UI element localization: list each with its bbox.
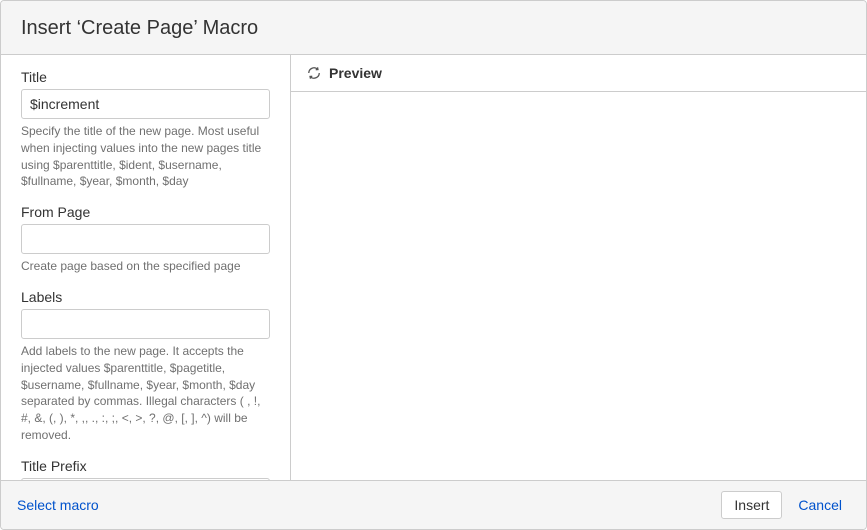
macro-dialog: Insert ‘Create Page’ Macro Title Specify… [0, 0, 867, 530]
select-macro-link[interactable]: Select macro [17, 497, 99, 513]
title-input[interactable] [21, 89, 270, 119]
from-page-label: From Page [21, 204, 270, 220]
preview-pane: Preview [291, 55, 866, 480]
labels-help: Add labels to the new page. It accepts t… [21, 343, 270, 444]
preview-content [291, 92, 866, 480]
title-label: Title [21, 69, 270, 85]
from-page-input[interactable] [21, 224, 270, 254]
title-prefix-label: Title Prefix [21, 458, 270, 474]
refresh-icon[interactable] [307, 66, 321, 80]
cancel-button[interactable]: Cancel [790, 492, 850, 518]
dialog-footer: Select macro Insert Cancel [1, 480, 866, 529]
labels-label: Labels [21, 289, 270, 305]
field-title-prefix: Title Prefix [21, 458, 270, 480]
insert-button[interactable]: Insert [721, 491, 782, 519]
labels-input[interactable] [21, 309, 270, 339]
form-pane: Title Specify the title of the new page.… [1, 55, 291, 480]
dialog-body: Title Specify the title of the new page.… [1, 55, 866, 480]
preview-header: Preview [291, 55, 866, 92]
title-help: Specify the title of the new page. Most … [21, 123, 270, 190]
from-page-help: Create page based on the specified page [21, 258, 270, 275]
field-labels: Labels Add labels to the new page. It ac… [21, 289, 270, 444]
dialog-title: Insert ‘Create Page’ Macro [21, 17, 846, 40]
preview-label: Preview [329, 65, 382, 81]
field-title: Title Specify the title of the new page.… [21, 69, 270, 190]
dialog-header: Insert ‘Create Page’ Macro [1, 1, 866, 55]
field-from-page: From Page Create page based on the speci… [21, 204, 270, 275]
